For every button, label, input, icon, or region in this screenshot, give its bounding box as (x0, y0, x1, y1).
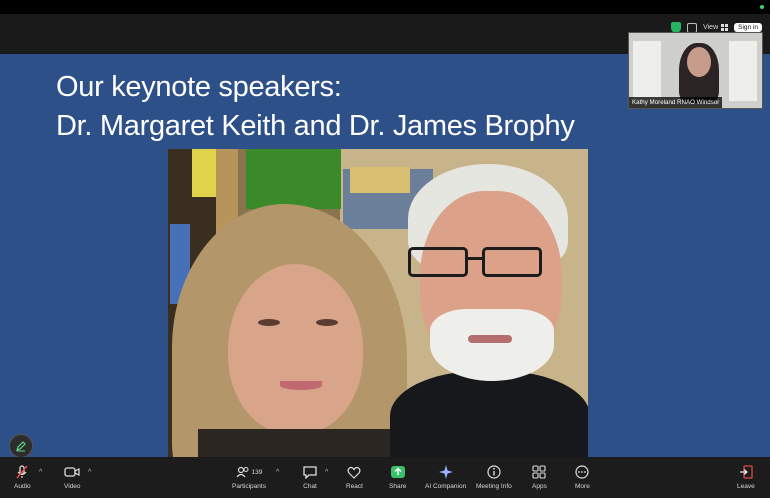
apps-label: Apps (532, 483, 547, 490)
ai-companion-label: AI Companion (425, 483, 467, 490)
muted-microphone-icon (16, 465, 28, 479)
participants-label: Participants (232, 483, 266, 490)
glasses-left-lens (408, 247, 468, 277)
leave-button[interactable]: Leave (737, 461, 755, 490)
leave-label: Leave (737, 483, 755, 490)
man-sweater (390, 371, 588, 457)
audio-options-caret-icon[interactable]: ^ (39, 469, 42, 476)
participants-icon (236, 466, 249, 478)
gallery-toggle-icon[interactable] (687, 22, 698, 33)
photo-green-board (246, 149, 341, 209)
apps-icon (532, 465, 546, 479)
top-black-bar (0, 0, 770, 14)
sign-in-button[interactable]: Sign in (734, 23, 762, 32)
more-dots-icon (575, 465, 590, 479)
chat-button[interactable]: Chat (302, 461, 318, 490)
audio-button[interactable]: Audio (14, 461, 31, 490)
speakers-photo (168, 149, 588, 457)
chat-options-caret-icon[interactable]: ^ (325, 469, 328, 476)
pencil-icon (16, 441, 26, 452)
self-view-name-label: Kathy Moreland RNAO Windsor (629, 97, 723, 108)
chat-label: Chat (303, 483, 317, 490)
chat-bubble-icon (303, 466, 317, 479)
participants-options-caret-icon[interactable]: ^ (276, 469, 279, 476)
photo-box (350, 167, 410, 193)
photo-sticky-note (192, 149, 218, 197)
man-mouth (468, 335, 512, 343)
grid-view-icon (721, 24, 729, 31)
participants-button[interactable]: 139 Participants (232, 461, 266, 490)
heart-icon (348, 466, 361, 479)
video-label: Video (64, 483, 81, 490)
recording-indicator-dot (760, 5, 764, 9)
man-beard (430, 309, 554, 381)
leave-door-icon (739, 465, 753, 479)
share-button[interactable]: Share (389, 461, 406, 490)
video-options-caret-icon[interactable]: ^ (88, 469, 91, 476)
shared-screen-slide: Our keynote speakers: Dr. Margaret Keith… (0, 54, 770, 457)
video-button[interactable]: Video (64, 461, 81, 490)
view-label: View (703, 24, 719, 31)
slide-title-line-1: Our keynote speakers: (56, 71, 342, 103)
video-camera-icon (64, 467, 80, 477)
more-button[interactable]: More (575, 461, 590, 490)
sparkle-icon (438, 465, 453, 479)
self-view-shelf-left (633, 41, 661, 101)
self-view-video-tile[interactable]: Kathy Moreland RNAO Windsor (628, 32, 763, 109)
self-view-face (687, 47, 711, 77)
meeting-info-button[interactable]: Meeting Info (476, 461, 512, 490)
slide-title: Our keynote speakers: Dr. Margaret Keith… (56, 68, 575, 146)
woman-mouth (280, 381, 322, 390)
share-screen-icon (390, 466, 405, 478)
annotate-pencil-button[interactable] (9, 434, 33, 458)
ai-companion-button[interactable]: AI Companion (425, 461, 466, 490)
view-button[interactable]: View (703, 24, 729, 31)
react-label: React (346, 483, 363, 490)
audio-label: Audio (14, 483, 31, 490)
more-label: More (575, 483, 590, 490)
woman-eye-left (258, 319, 280, 326)
slide-title-line-2: Dr. Margaret Keith and Dr. James Brophy (56, 110, 575, 142)
participants-count: 139 (251, 468, 263, 476)
glasses-bridge (465, 257, 485, 260)
woman-face (228, 264, 363, 434)
share-label: Share (389, 483, 407, 490)
meeting-info-label: Meeting Info (476, 483, 512, 490)
woman-shirt (198, 429, 398, 457)
react-button[interactable]: React (346, 461, 363, 490)
info-icon (487, 465, 501, 479)
woman-eye-right (316, 319, 338, 326)
meeting-toolbar: Audio ^ Video ^ 139 Participants ^ Chat … (0, 457, 770, 498)
apps-button[interactable]: Apps (532, 461, 547, 490)
self-view-shelf-right (729, 41, 757, 101)
glasses-right-lens (482, 247, 542, 277)
